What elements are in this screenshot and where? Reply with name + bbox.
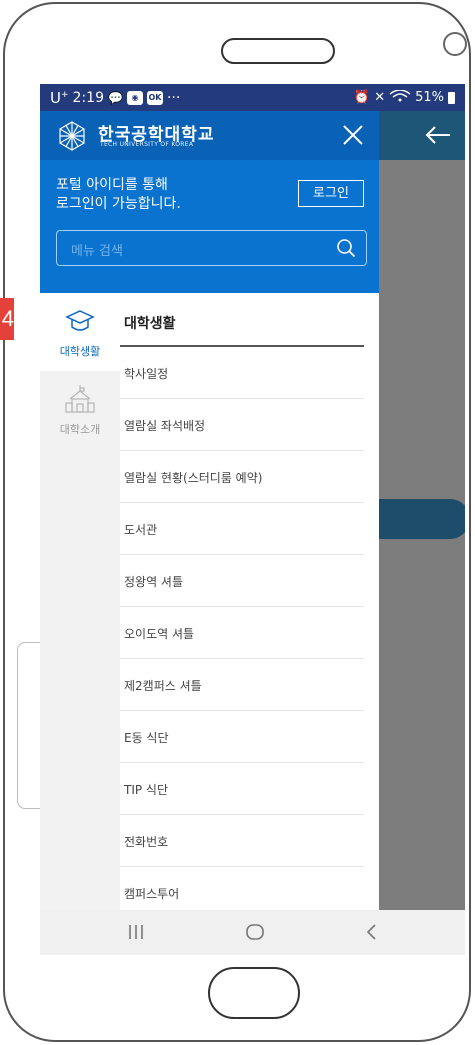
rail-item-label: 대학생활: [59, 345, 101, 358]
step-badge: 4: [0, 298, 14, 340]
menu-item-label: 정왕역 셔틀: [124, 575, 184, 589]
menu-search-input[interactable]: 메뉴 검색: [56, 230, 367, 266]
rail-item-label: 대학소개: [59, 423, 101, 436]
university-name-en: TECH UNIVERSITY OF KOREA: [100, 141, 194, 148]
graduation-cap-icon: [65, 310, 95, 331]
menu-item[interactable]: 열람실 현황(스터디룸 예약): [120, 451, 364, 503]
back-icon[interactable]: [360, 920, 384, 944]
front-camera: [443, 32, 467, 56]
close-icon[interactable]: [341, 123, 365, 147]
menu-item-label: 제2캠퍼스 셔틀: [124, 679, 202, 693]
login-message: 포털 아이디를 통해 로그인이 가능합니다.: [56, 176, 276, 214]
app-notification-icon-2: OK: [146, 90, 163, 105]
category-rail: 대학생활 대학소개: [40, 293, 120, 937]
more-notifications-icon: ···: [166, 89, 181, 106]
menu-list: 대학생활 학사일정 열람실 좌석배정 열람실 현황(스터디룸 예약) 도서관 정…: [120, 293, 379, 937]
status-time: 2:19: [72, 89, 104, 106]
menu-item[interactable]: 오이도역 셔틀: [120, 607, 364, 659]
status-right: ⏰ ✕ 51%: [353, 88, 455, 106]
search-icon[interactable]: [336, 238, 356, 258]
speaker-grille: [221, 38, 335, 64]
status-left: U+ 2:19 💬 ◉ OK ···: [50, 89, 180, 107]
menu-item[interactable]: E동 식단: [120, 711, 364, 763]
menu-item-label: 학사일정: [124, 367, 169, 381]
chat-bubble-icon: 💬: [107, 90, 123, 105]
wifi-signal-icon: [389, 88, 411, 106]
rail-item-campus-life[interactable]: 대학생활: [40, 293, 120, 371]
carrier-text: U: [50, 88, 61, 107]
menu-heading: 대학생활: [124, 316, 176, 332]
drawer-header-area: 한국공학대학교 TECH UNIVERSITY OF KOREA 포털 아이디를…: [40, 111, 379, 293]
menu-item-label: TIP 식단: [124, 783, 169, 797]
system-nav-bar: [40, 910, 465, 955]
menu-item[interactable]: 전화번호: [120, 815, 364, 867]
rail-item-about[interactable]: 대학소개: [40, 371, 120, 449]
phone-screen: U+ 2:19 💬 ◉ OK ··· ⏰ ✕ 51% 한국공학대학교 TECH …: [40, 84, 465, 955]
carrier-label: U+: [50, 89, 69, 107]
physical-home-button[interactable]: [208, 967, 300, 1019]
battery-percent: 51%: [415, 90, 444, 105]
carrier-sup: +: [60, 89, 69, 100]
school-building-icon: [65, 385, 95, 413]
menu-item-label: 전화번호: [124, 835, 169, 849]
navigation-drawer: 한국공학대학교 TECH UNIVERSITY OF KOREA 포털 아이디를…: [40, 111, 379, 937]
menu-item-label: 도서관: [124, 523, 158, 537]
home-icon[interactable]: [243, 920, 267, 944]
recent-apps-icon[interactable]: [124, 920, 148, 944]
login-message-line2: 로그인이 가능합니다.: [56, 196, 181, 212]
login-button[interactable]: 로그인: [298, 180, 364, 207]
drawer-title-bar: 한국공학대학교 TECH UNIVERSITY OF KOREA: [40, 111, 379, 160]
menu-item[interactable]: 제2캠퍼스 셔틀: [120, 659, 364, 711]
menu-item-label: 열람실 현황(스터디룸 예약): [124, 471, 263, 485]
login-message-line1: 포털 아이디를 통해: [56, 177, 168, 193]
menu-item[interactable]: 도서관: [120, 503, 364, 555]
back-arrow-icon[interactable]: [424, 124, 452, 148]
menu-item-label: 오이도역 셔틀: [124, 627, 195, 641]
battery-icon: [448, 91, 455, 104]
menu-item[interactable]: 학사일정: [120, 347, 364, 399]
university-logo-icon: [59, 121, 85, 151]
menu-item-label: 캠퍼스투어: [124, 887, 180, 901]
status-bar: U+ 2:19 💬 ◉ OK ··· ⏰ ✕ 51%: [40, 84, 465, 111]
menu-item-label: 열람실 좌석배정: [124, 419, 206, 433]
menu-item-label: E동 식단: [124, 731, 169, 745]
menu-item[interactable]: 정왕역 셔틀: [120, 555, 364, 607]
alarm-mute-icons: ⏰ ✕: [353, 90, 386, 105]
menu-item[interactable]: 열람실 좌석배정: [120, 399, 364, 451]
menu-item[interactable]: TIP 식단: [120, 763, 364, 815]
step-badge-text: 4: [1, 306, 14, 331]
search-placeholder: 메뉴 검색: [71, 244, 123, 259]
app-notification-icon: ◉: [126, 90, 143, 105]
